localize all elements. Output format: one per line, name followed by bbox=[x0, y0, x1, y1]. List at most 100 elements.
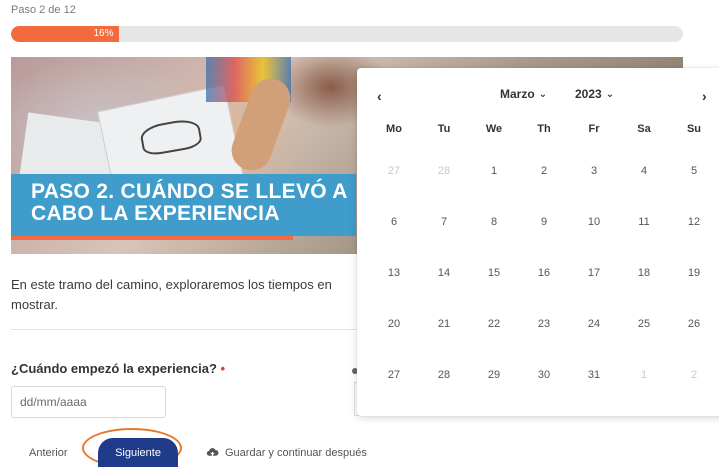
cloud-upload-icon bbox=[206, 448, 219, 458]
calendar-day[interactable]: 8 bbox=[469, 204, 519, 255]
calendar-day[interactable]: 21 bbox=[419, 306, 469, 357]
next-month-icon[interactable]: › bbox=[702, 88, 707, 104]
month-select-value: Marzo bbox=[500, 87, 535, 101]
calendar-day[interactable]: 4 bbox=[619, 153, 669, 204]
calendar-day[interactable]: 12 bbox=[669, 204, 719, 255]
calendar-day-number: 27 bbox=[387, 165, 401, 177]
calendar-day-number: 29 bbox=[487, 369, 501, 381]
calendar-day[interactable]: 25 bbox=[619, 306, 669, 357]
calendar-day[interactable]: 24 bbox=[569, 306, 619, 357]
calendar-day[interactable]: 30 bbox=[519, 357, 569, 408]
calendar-day[interactable]: 31 bbox=[569, 357, 619, 408]
calendar-day-number: 16 bbox=[537, 267, 551, 279]
calendar-day-number: 28 bbox=[437, 369, 451, 381]
calendar-day-number: 28 bbox=[437, 165, 451, 177]
calendar-day-number: 11 bbox=[638, 216, 650, 228]
calendar-day-outside-month[interactable]: 27 bbox=[369, 153, 419, 204]
calendar-day[interactable]: 26 bbox=[669, 306, 719, 357]
calendar-day-number: 1 bbox=[490, 165, 498, 177]
calendar-day-number: 19 bbox=[687, 267, 701, 279]
calendar-day[interactable]: 1 bbox=[469, 153, 519, 204]
save-later-label: Guardar y continuar después bbox=[225, 446, 367, 459]
previous-button[interactable]: Anterior bbox=[29, 447, 68, 459]
calendar-day-number: 15 bbox=[487, 267, 501, 279]
start-date-question: ¿Cuándo empezó la experiencia? • bbox=[11, 361, 225, 376]
section-divider bbox=[11, 329, 361, 330]
weekday-label: We bbox=[485, 123, 503, 135]
calendar-day-number: 1 bbox=[640, 369, 648, 381]
calendar-day-number: 25 bbox=[637, 318, 651, 330]
calendar-day[interactable]: 2 bbox=[519, 153, 569, 204]
calendar-day[interactable]: 11 bbox=[619, 204, 669, 255]
calendar-day-number: 9 bbox=[540, 216, 548, 228]
calendar-day[interactable]: 16 bbox=[519, 255, 569, 306]
calendar-day[interactable]: 17 bbox=[569, 255, 619, 306]
calendar-day-number: 7 bbox=[440, 216, 448, 228]
calendar-day-number: 8 bbox=[490, 216, 498, 228]
banner-accent-line bbox=[11, 236, 293, 240]
year-select[interactable]: 2023 ⌄ bbox=[575, 87, 614, 101]
calendar-day-number: 26 bbox=[687, 318, 701, 330]
calendar-day-number: 22 bbox=[487, 318, 501, 330]
calendar-day-outside-month[interactable]: 28 bbox=[419, 153, 469, 204]
start-date-input[interactable] bbox=[11, 386, 166, 418]
calendar-day-number: 5 bbox=[690, 165, 698, 177]
calendar-day[interactable]: 9 bbox=[519, 204, 569, 255]
weekday-label: Sa bbox=[637, 123, 651, 135]
intro-text-line-1: En este tramo del camino, exploraremos l… bbox=[11, 277, 332, 292]
calendar-day-number: 23 bbox=[537, 318, 551, 330]
calendar-day-number: 20 bbox=[387, 318, 401, 330]
calendar-day-number: 27 bbox=[387, 369, 401, 381]
save-later-link[interactable]: Guardar y continuar después bbox=[206, 446, 367, 459]
calendar-day[interactable]: 7 bbox=[419, 204, 469, 255]
date-picker-popup: ‹ Marzo ⌄ 2023 ⌄ › Mo Tu We Th Fr Sa Su 27 28 1 2… bbox=[357, 68, 719, 416]
calendar-day[interactable]: 28 bbox=[419, 357, 469, 408]
intro-text-line-2: mostrar. bbox=[11, 297, 58, 312]
progress-bar-fill: 16% bbox=[11, 26, 119, 42]
year-select-value: 2023 bbox=[575, 87, 602, 101]
calendar-day-outside-month[interactable]: 2 bbox=[669, 357, 719, 408]
next-button[interactable]: Siguiente bbox=[98, 438, 178, 467]
calendar-day-number: 4 bbox=[640, 165, 648, 177]
calendar-day[interactable]: 3 bbox=[569, 153, 619, 204]
calendar-day[interactable]: 27 bbox=[369, 357, 419, 408]
month-select[interactable]: Marzo ⌄ bbox=[500, 87, 547, 101]
calendar-day[interactable]: 22 bbox=[469, 306, 519, 357]
calendar-day[interactable]: 20 bbox=[369, 306, 419, 357]
required-marker: • bbox=[220, 361, 226, 376]
calendar-day[interactable]: 15 bbox=[469, 255, 519, 306]
start-date-label: ¿Cuándo empezó la experiencia? bbox=[11, 361, 217, 376]
progress-percent-label: 16% bbox=[93, 28, 114, 39]
weekday-label: Th bbox=[537, 123, 551, 135]
calendar-day[interactable]: 6 bbox=[369, 204, 419, 255]
calendar-day[interactable]: 10 bbox=[569, 204, 619, 255]
calendar-days-grid: 27 28 1 2 3 4 5 6 7 8 9 10 11 12 13 14 15 16 17 18 19 20 21 22 2… bbox=[369, 153, 719, 408]
chevron-down-icon: ⌄ bbox=[538, 88, 548, 100]
calendar-day-number: 6 bbox=[390, 216, 398, 228]
calendar-day-number: 13 bbox=[387, 267, 401, 279]
calendar-day[interactable]: 29 bbox=[469, 357, 519, 408]
calendar-day-number: 31 bbox=[587, 369, 601, 381]
calendar-day-number: 17 bbox=[587, 267, 601, 279]
calendar-day[interactable]: 13 bbox=[369, 255, 419, 306]
calendar-day-number: 10 bbox=[587, 216, 601, 228]
weekday-label: Fr bbox=[588, 123, 600, 135]
calendar-day[interactable]: 23 bbox=[519, 306, 569, 357]
calendar-day-number: 21 bbox=[437, 318, 451, 330]
previous-month-icon[interactable]: ‹ bbox=[377, 88, 382, 104]
calendar-day-number: 30 bbox=[537, 369, 551, 381]
calendar-day-outside-month[interactable]: 1 bbox=[619, 357, 669, 408]
calendar-day-number: 14 bbox=[437, 267, 451, 279]
progress-bar: 16% bbox=[11, 26, 683, 42]
calendar-day[interactable]: 19 bbox=[669, 255, 719, 306]
calendar-day[interactable]: 5 bbox=[669, 153, 719, 204]
calendar-day[interactable]: 18 bbox=[619, 255, 669, 306]
step-title-banner: PASO 2. CUÁNDO SE LLEVÓ A CABO LA EXPERI… bbox=[11, 174, 356, 236]
weekday-label: Su bbox=[686, 123, 702, 135]
calendar-day-number: 2 bbox=[540, 165, 548, 177]
step-title-line-1: PASO 2. CUÁNDO SE LLEVÓ A bbox=[31, 180, 348, 203]
intro-text: En este tramo del camino, exploraremos l… bbox=[11, 275, 371, 315]
weekday-label: Mo bbox=[386, 123, 402, 135]
step-title-line-2: CABO LA EXPERIENCIA bbox=[31, 202, 280, 225]
calendar-day[interactable]: 14 bbox=[419, 255, 469, 306]
